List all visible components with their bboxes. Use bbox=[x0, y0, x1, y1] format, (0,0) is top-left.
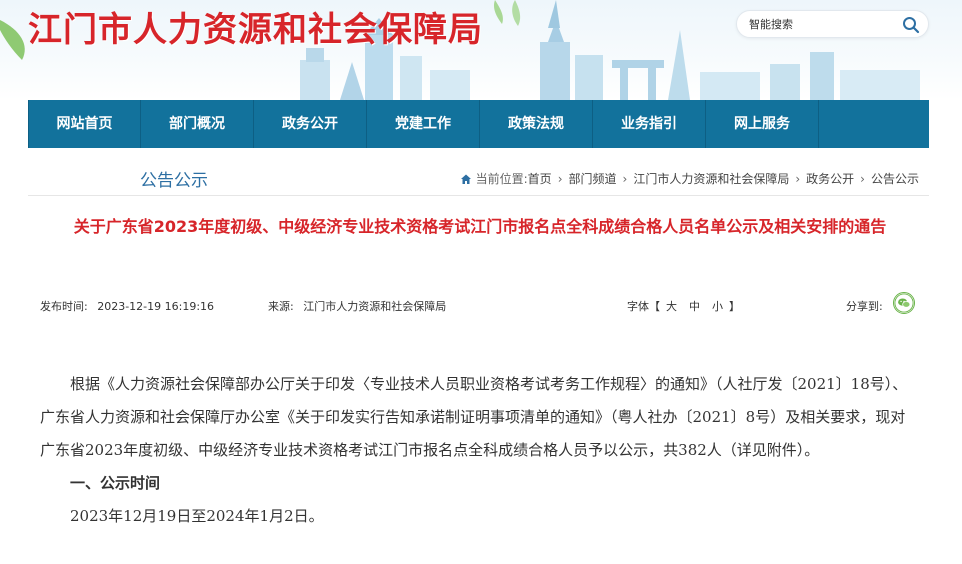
article-body: 根据《人力资源社会保障部办公厅关于印发〈专业技术人员职业资格考试考务工作规程〉的… bbox=[40, 368, 920, 533]
nav-item-party-building[interactable]: 党建工作 bbox=[367, 100, 480, 148]
publish-time: 2023-12-19 16:19:16 bbox=[97, 300, 215, 313]
font-size-medium[interactable]: 中 bbox=[689, 300, 700, 313]
font-size-control: 字体【大中小】 bbox=[627, 298, 740, 314]
article-title: 关于广东省2023年度初级、中级经济专业技术资格考试江门市报名点全科成绩合格人员… bbox=[73, 217, 887, 236]
breadcrumb-separator: › bbox=[860, 171, 865, 186]
nav-item-business-guide[interactable]: 业务指引 bbox=[593, 100, 706, 148]
font-size-close: 】 bbox=[729, 300, 740, 313]
article-paragraph: 根据《人力资源社会保障部办公厅关于印发〈专业技术人员职业资格考试考务工作规程〉的… bbox=[40, 375, 908, 459]
site-title[interactable]: 江门市人力资源和社会保障局 bbox=[28, 2, 483, 51]
source-label: 来源: bbox=[268, 300, 294, 313]
search-input[interactable] bbox=[749, 16, 899, 33]
font-size-large[interactable]: 大 bbox=[666, 300, 677, 313]
breadcrumb-bureau[interactable]: 江门市人力资源和社会保障局 bbox=[633, 170, 789, 187]
breadcrumb-government-affairs[interactable]: 政务公开 bbox=[806, 170, 854, 187]
breadcrumb-department-channel[interactable]: 部门频道 bbox=[569, 170, 617, 187]
section-heading: 一、公示时间 bbox=[70, 474, 161, 492]
share-label: 分享到: bbox=[846, 300, 883, 313]
main-nav: 网站首页 部门概况 政务公开 党建工作 政策法规 业务指引 网上服务 bbox=[28, 100, 929, 148]
breadcrumb-home[interactable]: 首页 bbox=[528, 170, 552, 187]
header-banner: 江门市人力资源和社会保障局 bbox=[0, 0, 962, 100]
nav-item-government-affairs[interactable]: 政务公开 bbox=[254, 100, 367, 148]
article-meta: 发布时间: 2023-12-19 16:19:16 来源: 江门市人力资源和社会… bbox=[40, 290, 920, 318]
search-box bbox=[736, 10, 929, 38]
publish-info: 发布时间: 2023-12-19 16:19:16 bbox=[40, 298, 214, 314]
breadcrumb-separator: › bbox=[557, 171, 563, 186]
breadcrumb-prefix: 当前位置: bbox=[475, 172, 528, 186]
nav-item-policies[interactable]: 政策法规 bbox=[480, 100, 593, 148]
location-bar: 公告公示 当前位置: 首页 › 部门频道 › 江门市人力资源和社会保障局 › 政… bbox=[28, 158, 929, 196]
breadcrumb-separator: › bbox=[795, 171, 801, 186]
wechat-icon[interactable] bbox=[893, 292, 915, 314]
breadcrumb: 当前位置: 首页 › 部门频道 › 江门市人力资源和社会保障局 › 政务公开 ›… bbox=[460, 170, 919, 187]
section-title: 公告公示 bbox=[140, 171, 208, 191]
nav-item-online-services[interactable]: 网上服务 bbox=[706, 100, 819, 148]
source-value: 江门市人力资源和社会保障局 bbox=[303, 300, 447, 313]
source-info: 来源: 江门市人力资源和社会保障局 bbox=[268, 298, 446, 314]
nav-item-home[interactable]: 网站首页 bbox=[28, 100, 141, 148]
home-icon bbox=[460, 174, 471, 184]
breadcrumb-separator: › bbox=[622, 171, 628, 186]
font-size-label: 字体【 bbox=[627, 300, 660, 313]
article-paragraph: 2023年12月19日至2024年1月2日。 bbox=[70, 507, 324, 525]
nav-item-department[interactable]: 部门概况 bbox=[141, 100, 254, 148]
publish-label: 发布时间: bbox=[40, 300, 88, 313]
font-size-small[interactable]: 小 bbox=[712, 300, 723, 313]
breadcrumb-announcements[interactable]: 公告公示 bbox=[871, 170, 919, 187]
search-icon[interactable] bbox=[902, 16, 920, 34]
